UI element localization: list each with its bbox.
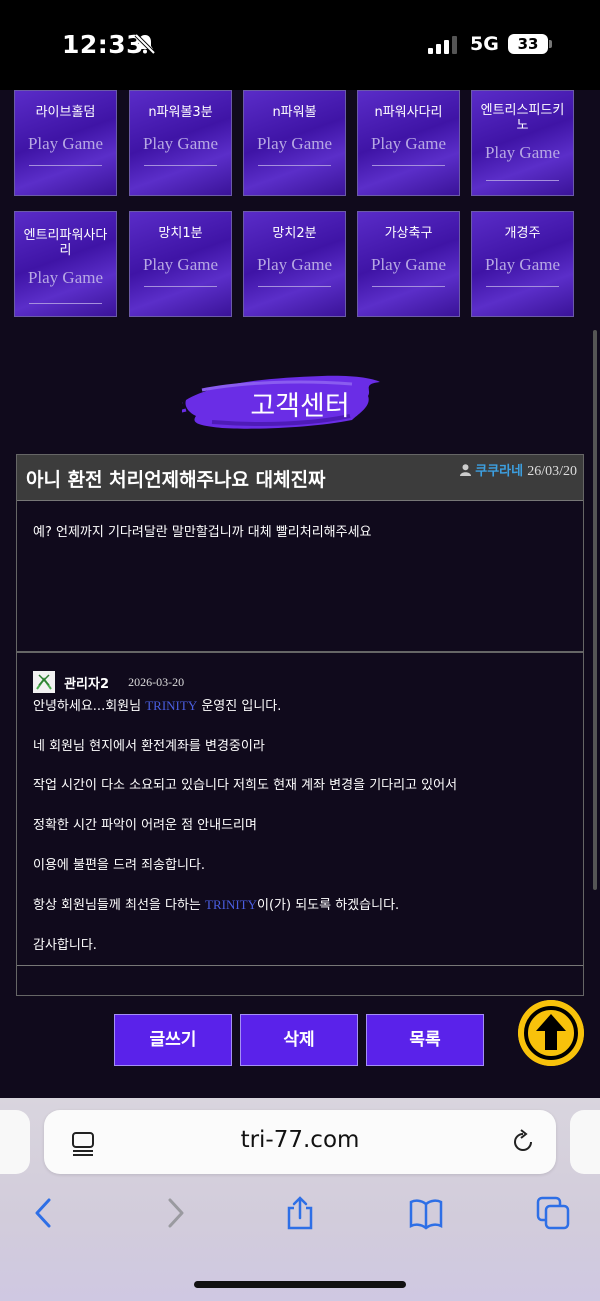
divider bbox=[17, 965, 583, 966]
share-icon[interactable] bbox=[283, 1196, 317, 1230]
reload-icon[interactable] bbox=[510, 1129, 536, 1155]
divider bbox=[17, 651, 583, 653]
play-underline bbox=[144, 286, 217, 287]
play-underline bbox=[144, 165, 217, 166]
game-card[interactable]: 라이브홀덤 Play Game bbox=[14, 90, 117, 196]
post-author[interactable]: 쿠쿠라네 bbox=[475, 464, 523, 479]
brand-name: TRINITY bbox=[205, 897, 258, 912]
play-underline bbox=[29, 165, 102, 166]
post-header: 아니 환전 처리언제해주나요 대체진짜 쿠쿠라네 26/03/20 bbox=[17, 455, 583, 501]
tabs-icon[interactable] bbox=[536, 1196, 570, 1230]
network-label: 5G bbox=[470, 33, 499, 55]
play-game-link[interactable]: Play Game bbox=[130, 255, 231, 275]
play-underline bbox=[258, 286, 331, 287]
game-name: n파워볼3분 bbox=[148, 105, 213, 120]
game-name: 엔트리스피드키노 bbox=[480, 103, 565, 133]
reply-line: 안녕하세요...회원님 TRINITY 운영진 입니다. bbox=[33, 695, 281, 714]
post-meta: 쿠쿠라네 26/03/20 bbox=[460, 460, 577, 480]
reply-text: 안녕하세요...회원님 bbox=[33, 699, 146, 714]
game-card[interactable]: 엔트리스피드키노 Play Game bbox=[471, 90, 574, 196]
play-game-link[interactable]: Play Game bbox=[358, 134, 459, 154]
play-underline bbox=[486, 180, 559, 181]
post-title: 아니 환전 처리언제해주나요 대체진짜 bbox=[26, 469, 326, 491]
post-body: 예? 언제까지 기다려달란 말만할겁니까 대체 빨리처리해주세요 bbox=[33, 525, 372, 540]
play-underline bbox=[372, 286, 445, 287]
reply-line: 네 회원님 현지에서 환전계좌를 변경중이라 bbox=[33, 739, 265, 754]
admin-avatar-icon bbox=[33, 671, 55, 693]
scroll-to-top-button[interactable] bbox=[518, 1000, 584, 1066]
browser-toolbar: tri-77.com bbox=[0, 1098, 600, 1301]
next-tab-preview[interactable] bbox=[570, 1110, 600, 1174]
play-game-link[interactable]: Play Game bbox=[472, 143, 573, 163]
game-name: 망치1분 bbox=[158, 226, 203, 241]
game-name: n파워볼 bbox=[272, 105, 317, 120]
battery-cap bbox=[549, 40, 552, 48]
game-card[interactable]: 망치1분 Play Game bbox=[129, 211, 232, 317]
previous-tab-preview[interactable] bbox=[0, 1110, 30, 1174]
post-detail: 아니 환전 처리언제해주나요 대체진짜 쿠쿠라네 26/03/20 예? 언제까… bbox=[16, 454, 584, 996]
section-title: 고객센터 bbox=[250, 391, 350, 422]
status-bar: 12:33 5G 33 bbox=[0, 0, 600, 90]
game-card[interactable]: 개경주 Play Game bbox=[471, 211, 574, 317]
game-card[interactable]: n파워볼 Play Game bbox=[243, 90, 346, 196]
game-name: n파워사다리 bbox=[374, 105, 443, 120]
play-underline bbox=[486, 286, 559, 287]
reply-text: 운영진 입니다. bbox=[197, 699, 282, 714]
play-game-link[interactable]: Play Game bbox=[15, 134, 116, 154]
game-card[interactable]: 엔트리파워사다리 Play Game bbox=[14, 211, 117, 317]
play-underline bbox=[29, 303, 102, 304]
admin-avatar bbox=[33, 671, 55, 693]
scrollbar[interactable] bbox=[593, 330, 597, 890]
forward-icon[interactable] bbox=[158, 1196, 192, 1230]
url-text[interactable]: tri-77.com bbox=[44, 1127, 556, 1153]
back-icon[interactable] bbox=[27, 1196, 61, 1230]
reply-line: 이용에 불편을 드려 죄송합니다. bbox=[33, 858, 206, 873]
status-time: 12:33 bbox=[62, 30, 145, 59]
delete-button[interactable]: 삭제 bbox=[240, 1014, 358, 1066]
post-date: 26/03/20 bbox=[527, 464, 577, 479]
play-game-link[interactable]: Play Game bbox=[130, 134, 231, 154]
game-card[interactable]: 가상축구 Play Game bbox=[357, 211, 460, 317]
play-game-link[interactable]: Play Game bbox=[15, 268, 116, 288]
user-icon bbox=[460, 464, 472, 476]
reply-text: 이(가) 되도록 하겠습니다. bbox=[257, 898, 400, 913]
game-name: 라이브홀덤 bbox=[35, 105, 96, 120]
play-game-link[interactable]: Play Game bbox=[244, 255, 345, 275]
list-button[interactable]: 목록 bbox=[366, 1014, 484, 1066]
signal-icon bbox=[428, 36, 457, 54]
game-card[interactable]: n파워사다리 Play Game bbox=[357, 90, 460, 196]
reply-date: 2026-03-20 bbox=[128, 674, 185, 689]
game-name: 망치2분 bbox=[272, 226, 317, 241]
game-card[interactable]: 망치2분 Play Game bbox=[243, 211, 346, 317]
play-game-link[interactable]: Play Game bbox=[358, 255, 459, 275]
write-button[interactable]: 글쓰기 bbox=[114, 1014, 232, 1066]
reply-author: 관리자2 bbox=[64, 676, 110, 692]
reply-line: 작업 시간이 다소 소요되고 있습니다 저희도 현재 계좌 변경을 기다리고 있… bbox=[33, 778, 458, 793]
battery-icon: 33 bbox=[508, 34, 548, 54]
reply-line: 항상 회원님들께 최선을 다하는 TRINITY이(가) 되도록 하겠습니다. bbox=[33, 894, 399, 913]
game-card[interactable]: n파워볼3분 Play Game bbox=[129, 90, 232, 196]
home-indicator[interactable] bbox=[194, 1281, 406, 1288]
bookmarks-icon[interactable] bbox=[409, 1196, 443, 1230]
admin-reply: 관리자2 2026-03-20 안녕하세요...회원님 TRINITY 운영진 … bbox=[33, 671, 573, 953]
play-underline bbox=[372, 165, 445, 166]
reply-line: 정확한 시간 파악이 어려운 점 안내드리며 bbox=[33, 818, 257, 833]
game-name: 가상축구 bbox=[384, 226, 433, 241]
reply-line: 감사합니다. bbox=[33, 938, 97, 953]
page-content: 라이브홀덤 Play Game n파워볼3분 Play Game n파워볼 Pl… bbox=[0, 90, 600, 1098]
section-title-wrap: 고객센터 bbox=[182, 370, 382, 434]
game-name: 개경주 bbox=[504, 226, 541, 241]
address-bar[interactable]: tri-77.com bbox=[44, 1110, 556, 1174]
play-game-link[interactable]: Play Game bbox=[472, 255, 573, 275]
brand-name: TRINITY bbox=[145, 698, 198, 713]
bell-muted-icon bbox=[134, 33, 156, 55]
game-name: 엔트리파워사다리 bbox=[23, 228, 108, 258]
reply-text: 항상 회원님들께 최선을 다하는 bbox=[33, 898, 206, 913]
reply-header: 관리자2 2026-03-20 bbox=[33, 671, 573, 693]
play-game-link[interactable]: Play Game bbox=[244, 134, 345, 154]
play-underline bbox=[258, 165, 331, 166]
